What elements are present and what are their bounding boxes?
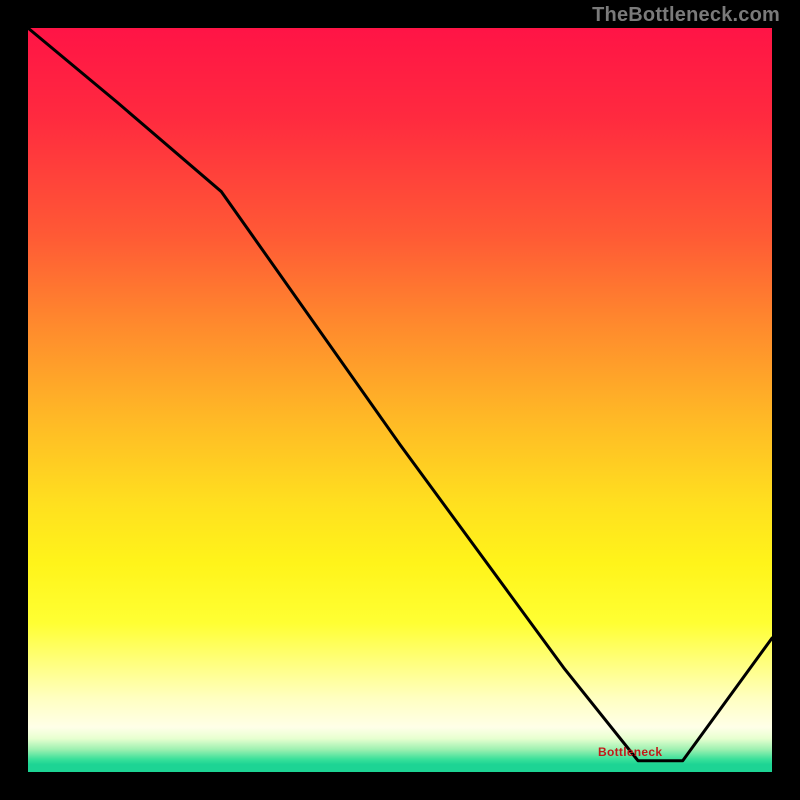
bottleneck-curve (28, 28, 772, 761)
chart-frame: TheBottleneck.com Bottleneck (0, 0, 800, 800)
chart-svg (28, 28, 772, 772)
bottleneck-label: Bottleneck (598, 745, 662, 759)
watermark-text: TheBottleneck.com (592, 4, 780, 27)
